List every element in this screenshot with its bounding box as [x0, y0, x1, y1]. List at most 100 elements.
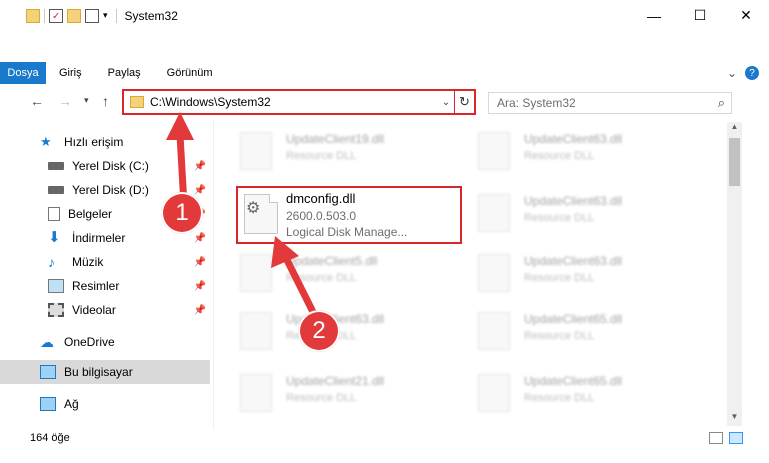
sidebar-item-quick-access[interactable]: ★ Hızlı erişim [0, 130, 210, 154]
folder-icon[interactable] [26, 8, 40, 23]
pictures-icon [48, 279, 64, 293]
sidebar-item-onedrive[interactable]: ☁ OneDrive [0, 330, 210, 354]
chevron-down-icon[interactable]: ⌄ [438, 97, 454, 108]
file-description: Resource DLL [286, 392, 357, 404]
file-name: UpdateClient65.dll [524, 312, 623, 326]
drive-icon [48, 186, 64, 194]
file-name: dmconfig.dll [286, 191, 356, 206]
search-icon: ⌕ [717, 95, 725, 110]
selected-file-tile[interactable]: ⚙ dmconfig.dll 2600.0.503.0 Logical Disk… [236, 186, 462, 244]
sidebar-item-network[interactable]: Ağ [0, 392, 210, 416]
title-bar: ✓ ▾ System32 — ☐ ✕ [0, 0, 769, 31]
ribbon-expand-icon[interactable]: ⌄ [727, 66, 737, 80]
recent-locations-icon[interactable]: ▾ [84, 95, 89, 106]
file-tile[interactable]: UpdateClient65.dll Resource DLL [460, 366, 690, 422]
tab-share[interactable]: Paylaş [95, 62, 154, 84]
gear-icon: ⚙ [246, 200, 261, 217]
sidebar-item-this-pc[interactable]: Bu bilgisayar [0, 360, 210, 384]
file-tile[interactable]: UpdateClient63.dll Resource DLL [460, 186, 690, 242]
view-switcher [709, 432, 743, 444]
large-icons-view-icon[interactable] [729, 432, 743, 444]
file-tile[interactable]: UpdateClient19.dll Resource DLL [222, 124, 452, 180]
chevron-down-icon[interactable]: ▾ [103, 10, 108, 21]
pin-icon[interactable]: 📌 [194, 305, 206, 316]
step-2-badge: 2 [298, 310, 340, 352]
file-version: 2600.0.503.0 [286, 209, 357, 223]
file-description: Resource DLL [524, 330, 595, 342]
address-path[interactable]: C:\Windows\System32 [150, 95, 438, 109]
pin-icon[interactable]: 📌 [194, 161, 206, 172]
sidebar-item-videos[interactable]: Videolar 📌 [0, 298, 210, 322]
file-name: UpdateClient63.dll [524, 194, 623, 208]
sidebar-item-label: İndirmeler [72, 231, 126, 245]
star-icon: ★ [40, 134, 52, 149]
file-tile[interactable]: UpdateClient63.dll Resource DLL [460, 246, 690, 302]
dll-file-icon [478, 374, 510, 412]
file-name: UpdateClient63.dll [524, 254, 623, 268]
dll-file-icon [478, 254, 510, 292]
sidebar-item-pictures[interactable]: Resimler 📌 [0, 274, 210, 298]
download-icon: ⬇ [48, 229, 61, 246]
vertical-scrollbar[interactable]: ▲ ▼ [727, 122, 742, 426]
help-icon[interactable]: ? [745, 66, 759, 80]
tab-home[interactable]: Giriş [46, 62, 95, 84]
folder-icon [130, 96, 144, 108]
file-name: UpdateClient21.dll [286, 374, 385, 388]
explorer-window: ✓ ▾ System32 — ☐ ✕ Dosya Giriş Paylaş Gö… [0, 0, 769, 463]
close-button[interactable]: ✕ [723, 0, 769, 31]
pane-divider[interactable] [213, 120, 214, 430]
scrollbar-thumb[interactable] [729, 138, 740, 186]
sidebar-item-label: OneDrive [64, 335, 115, 349]
file-description: Resource DLL [524, 392, 595, 404]
file-tile[interactable]: UpdateClient65.dll Resource DLL [460, 304, 690, 360]
sidebar-item-label: Bu bilgisayar [64, 365, 133, 379]
file-tile[interactable]: UpdateClient63.dll Resource DLL [460, 124, 690, 180]
dll-file-icon [240, 254, 272, 292]
file-tile[interactable]: UpdateClient5.dll Resource DLL [222, 246, 452, 302]
minimize-button[interactable]: — [631, 0, 677, 31]
dll-file-icon [478, 132, 510, 170]
properties-icon[interactable]: ✓ [49, 8, 63, 23]
search-placeholder: Ara: System32 [497, 96, 576, 110]
pin-icon[interactable]: 📌 [194, 281, 206, 292]
file-description: Resource DLL [524, 272, 595, 284]
file-tile[interactable]: UpdateClient21.dll Resource DLL [222, 366, 452, 422]
maximize-button[interactable]: ☐ [677, 0, 723, 31]
tab-file[interactable]: Dosya [0, 62, 46, 84]
drive-icon [48, 162, 64, 170]
file-name: UpdateClient19.dll [286, 132, 385, 146]
tab-view[interactable]: Görünüm [154, 62, 226, 84]
sidebar-item-label: Ağ [64, 397, 79, 411]
customize-icon[interactable] [85, 8, 99, 23]
refresh-icon[interactable]: ↻ [454, 91, 474, 113]
pin-icon[interactable]: 📌 [194, 257, 206, 268]
file-description: Resource DLL [524, 212, 595, 224]
pin-icon[interactable]: 📌 [194, 233, 206, 244]
search-input[interactable]: Ara: System32 ⌕ [488, 92, 732, 114]
sidebar-item-music[interactable]: ♪ Müzik 📌 [0, 250, 210, 274]
scroll-up-icon[interactable]: ▲ [727, 122, 742, 136]
videos-icon [48, 303, 64, 317]
step-1-badge: 1 [161, 192, 203, 234]
item-count: 164 öğe [30, 432, 70, 444]
file-description: Resource DLL [286, 150, 357, 162]
sidebar-item-drive-c[interactable]: Yerel Disk (C:) 📌 [0, 154, 210, 178]
back-button[interactable]: ← [30, 93, 44, 109]
new-folder-icon[interactable] [67, 8, 81, 23]
details-view-icon[interactable] [709, 432, 723, 444]
sidebar-item-label: Resimler [72, 279, 120, 293]
file-name: UpdateClient5.dll [286, 254, 378, 268]
navigation-pane: ★ Hızlı erişim Yerel Disk (C:) 📌 Yerel D… [0, 124, 210, 424]
up-button[interactable]: ↑ [102, 93, 109, 109]
sidebar-item-label: Müzik [72, 255, 104, 269]
sidebar-item-label: Yerel Disk (D:) [72, 183, 149, 197]
quick-access-toolbar: ✓ ▾ [26, 8, 117, 23]
sidebar-item-label: Videolar [72, 303, 116, 317]
scroll-down-icon[interactable]: ▼ [727, 412, 742, 426]
pin-icon[interactable]: 📌 [194, 185, 206, 196]
file-description: Logical Disk Manage... [286, 225, 408, 239]
file-description: Resource DLL [524, 150, 595, 162]
forward-button[interactable]: → [58, 93, 72, 109]
sidebar-item-label: Belgeler [68, 207, 113, 221]
address-bar[interactable]: C:\Windows\System32 ⌄ ↻ [122, 89, 476, 115]
